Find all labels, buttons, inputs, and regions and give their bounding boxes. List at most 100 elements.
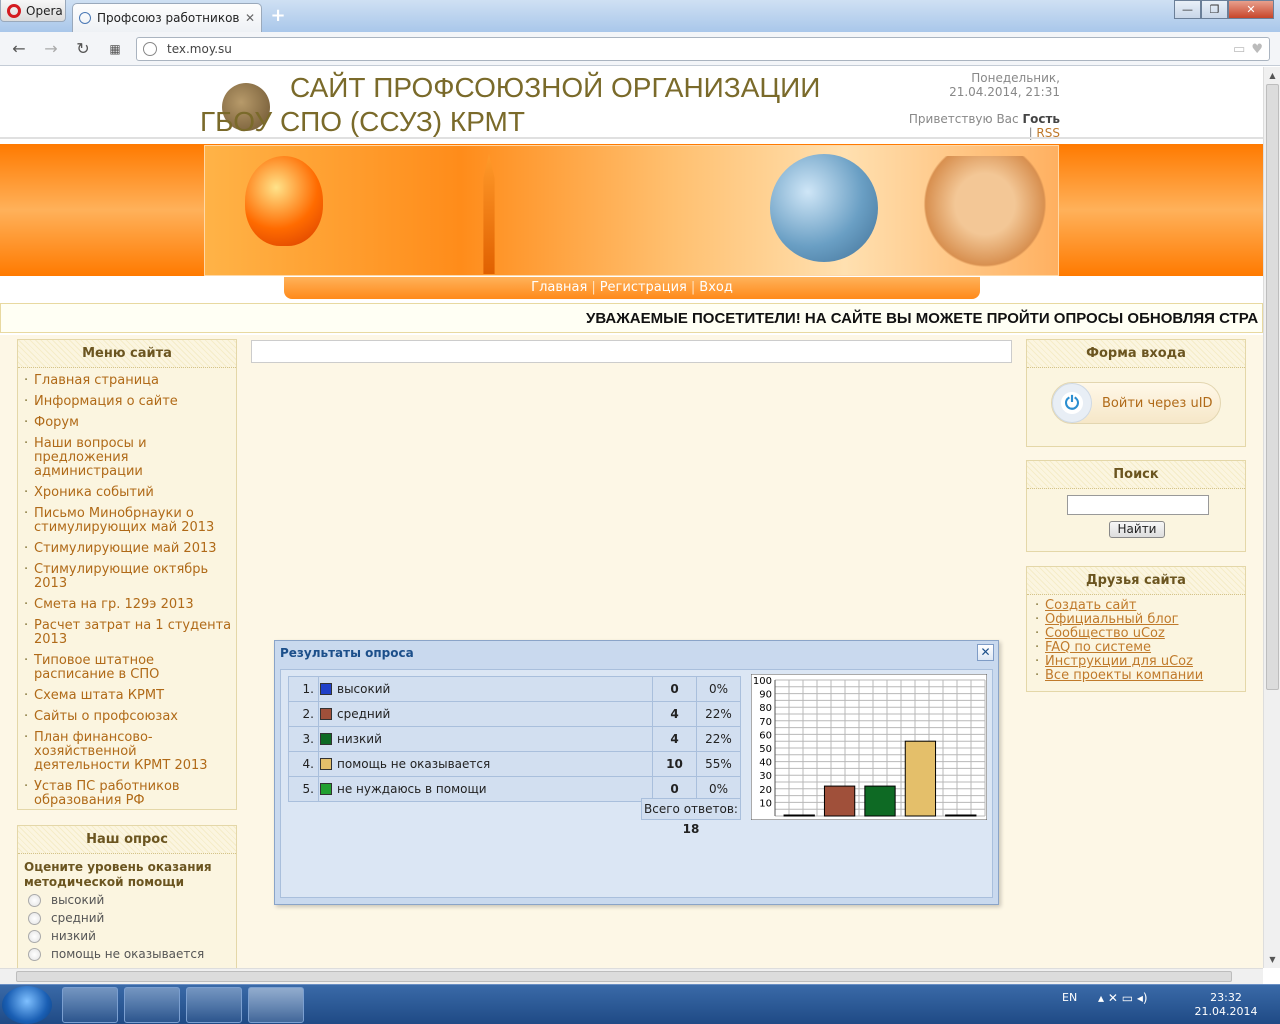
clock-tower-image [483, 154, 495, 274]
poll-option[interactable]: низкий [28, 929, 96, 943]
main-nav: Главная | Регистрация | Вход [284, 277, 980, 299]
vertical-scroll-thumb[interactable] [1266, 84, 1279, 690]
friends-link[interactable]: Официальный блог [1035, 613, 1241, 628]
hot-air-balloon-image [245, 156, 323, 246]
scroll-up-icon[interactable]: ▲ [1264, 67, 1280, 84]
heart-icon[interactable]: ♥ [1251, 42, 1263, 57]
speed-dial-icon[interactable]: ▦ [104, 39, 126, 59]
opera-menu-button[interactable]: Opera [0, 0, 66, 22]
site-menu-panel: Меню сайта Главная страница Информация о… [17, 339, 237, 810]
menu-item[interactable]: Расчет затрат на 1 студента 2013 [24, 619, 232, 647]
page-viewport: САЙТ ПРОФСОЮЗНОЙ ОРГАНИЗАЦИИ ГБОУ СПО (С… [0, 67, 1263, 968]
menu-item[interactable]: Устав ПС работников образования РФ [24, 780, 232, 808]
system-clock[interactable]: 23:32 21.04.2014 [1186, 991, 1266, 1019]
menu-item[interactable]: Стимулирующие октябрь 2013 [24, 563, 232, 591]
menu-item[interactable]: Форум [24, 416, 232, 431]
windows-taskbar: EN ▴ ✕ ▭ ◂) 23:32 21.04.2014 [0, 984, 1280, 1024]
vertical-scrollbar[interactable]: ▲ ▼ [1263, 67, 1280, 968]
y-tick-label: 90 [759, 690, 772, 701]
color-swatch [320, 733, 332, 745]
search-panel: Поиск Найти [1026, 460, 1246, 552]
forward-arrow-icon[interactable]: → [40, 39, 62, 59]
menu-item[interactable]: Письмо Минобрнауки о стимулирующих май 2… [24, 507, 232, 535]
nav-login-link[interactable]: Вход [699, 280, 733, 295]
scroll-down-icon[interactable]: ▼ [1264, 951, 1280, 968]
friends-link[interactable]: Все проекты компании [1035, 669, 1241, 684]
marquee-banner: УВАЖАЕМЫЕ ПОСЕТИТЕЛИ! НА САЙТЕ ВЫ МОЖЕТЕ… [0, 303, 1263, 333]
table-row: 4. помощь не оказывается 10 55% [288, 751, 741, 777]
menu-item[interactable]: Наши вопросы и предложения администрации [24, 437, 232, 479]
page-info-icon[interactable] [143, 42, 157, 56]
menu-item[interactable]: План финансово-хозяйственной деятельност… [24, 731, 232, 773]
minimize-button[interactable]: — [1174, 0, 1201, 19]
maximize-button[interactable]: ❐ [1201, 0, 1228, 19]
radio-icon[interactable] [28, 947, 41, 961]
radio-icon[interactable] [28, 929, 41, 943]
globe-image [770, 154, 878, 262]
menu-item[interactable]: Главная страница [24, 374, 232, 389]
uid-login-button[interactable]: ⏻ Войти через uID [1051, 382, 1221, 424]
color-swatch [320, 683, 332, 695]
tab-bar: Opera Профсоюз работников о ✕ + — ❐ ✕ [0, 0, 1280, 32]
y-tick-label: 70 [759, 717, 772, 728]
menu-item[interactable]: Информация о сайте [24, 395, 232, 410]
search-button[interactable]: Найти [1109, 521, 1165, 538]
poll-panel-title: Наш опрос [18, 826, 236, 854]
nav-home-link[interactable]: Главная [531, 280, 587, 295]
header-greeting: Приветствую Вас Гость [908, 112, 1060, 126]
browser-tab[interactable]: Профсоюз работников о ✕ [72, 3, 262, 32]
tab-title: Профсоюз работников о [97, 11, 241, 25]
poll-option[interactable]: высокий [28, 893, 104, 907]
navigation-bar: ← → ↻ ▦ tex.moy.su ▭ ♥ [0, 32, 1280, 66]
nav-register-link[interactable]: Регистрация [600, 280, 687, 295]
chart-bar [945, 814, 977, 817]
address-bar[interactable]: tex.moy.su ▭ ♥ [136, 37, 1270, 61]
poll-option[interactable]: помощь не оказывается [28, 947, 204, 961]
menu-item[interactable]: Типовое штатное расписание в СПО [24, 654, 232, 682]
bookmark-icon[interactable]: ▭ [1233, 42, 1245, 57]
chart-bar [783, 814, 815, 817]
opera-label: Opera [26, 3, 63, 18]
site-menu-title: Меню сайта [18, 340, 236, 368]
poll-results-chart: 100 90 80 70 60 50 40 30 20 10 [751, 674, 987, 820]
radio-icon[interactable] [28, 911, 41, 925]
menu-item[interactable]: Стимулирующие май 2013 [24, 542, 232, 557]
new-tab-button[interactable]: + [268, 6, 288, 26]
y-tick-label: 80 [759, 703, 772, 714]
poll-option[interactable]: средний [28, 911, 104, 925]
address-text: tex.moy.su [167, 42, 232, 56]
menu-item[interactable]: Схема штата КРМТ [24, 689, 232, 704]
horizontal-scrollbar[interactable] [0, 968, 1263, 984]
language-indicator[interactable]: EN [1062, 991, 1077, 1004]
tab-close-icon[interactable]: ✕ [245, 11, 255, 25]
taskbar-paint-icon[interactable] [62, 987, 118, 1023]
friends-link[interactable]: FAQ по системе [1035, 641, 1241, 656]
taskbar-app-icon[interactable] [124, 987, 180, 1023]
friends-link[interactable]: Создать сайт [1035, 599, 1241, 614]
poll-results-title: Результаты опроса [280, 646, 414, 660]
taskbar-opera-icon[interactable] [248, 987, 304, 1023]
tray-icons[interactable]: ▴ ✕ ▭ ◂) [1098, 991, 1148, 1005]
y-tick-label: 30 [759, 771, 772, 782]
poll-panel: Наш опрос Оцените уровень оказания метод… [17, 825, 237, 968]
friends-link[interactable]: Сообщество uCoz [1035, 627, 1241, 642]
content-box [251, 340, 1012, 363]
reload-icon[interactable]: ↻ [72, 39, 94, 59]
menu-item[interactable]: Сайты о профсоюзах [24, 710, 232, 725]
back-arrow-icon[interactable]: ← [8, 39, 30, 59]
poll-results-table: 1. высокий 0 0% 2. средний 4 22% 3. низк… [288, 676, 741, 802]
close-window-button[interactable]: ✕ [1228, 0, 1274, 19]
header-date: Понедельник, 21.04.2014, 21:31 [949, 71, 1060, 99]
search-input[interactable] [1067, 495, 1209, 515]
radio-icon[interactable] [28, 893, 41, 907]
start-button-icon[interactable] [2, 986, 52, 1024]
dialog-close-button[interactable]: ✕ [977, 644, 994, 661]
friends-link[interactable]: Инструкции для uCoz [1035, 655, 1241, 670]
menu-item[interactable]: Хроника событий [24, 486, 232, 501]
taskbar-explorer-icon[interactable] [186, 987, 242, 1023]
y-tick-label: 50 [759, 744, 772, 755]
menu-item[interactable]: Смета на гр. 129э 2013 [24, 598, 232, 613]
login-panel-title: Форма входа [1027, 340, 1245, 368]
login-panel: Форма входа ⏻ Войти через uID [1026, 339, 1246, 447]
horizontal-scroll-thumb[interactable] [16, 971, 1232, 982]
